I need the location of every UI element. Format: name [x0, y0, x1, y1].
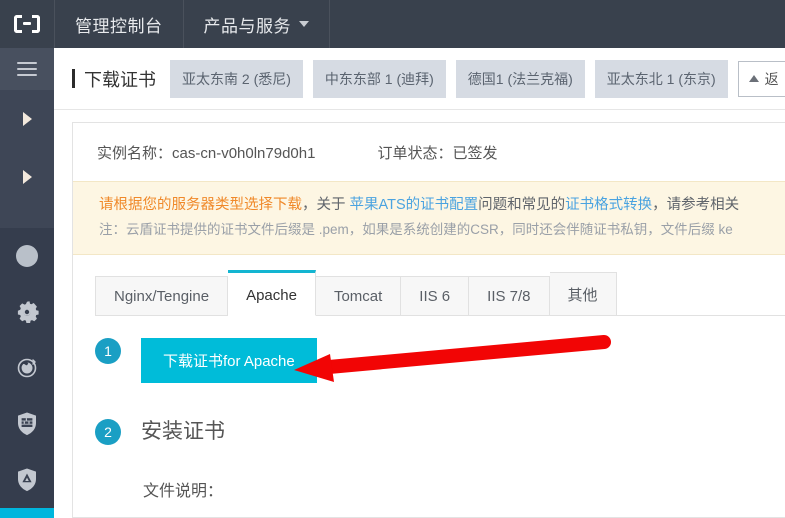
globe-refresh-icon — [17, 358, 37, 378]
brand-logo[interactable] — [0, 0, 55, 48]
triangle-right-icon — [22, 170, 32, 184]
title-marker — [72, 69, 75, 88]
shield-wall-icon — [18, 412, 36, 436]
back-button[interactable]: 返 — [737, 60, 785, 97]
sidebar-menu-toggle[interactable] — [0, 48, 54, 90]
order-status-field: 订单状态：已签发 — [377, 142, 497, 163]
sidebar-item-certificates[interactable] — [0, 508, 54, 518]
left-sidebar — [0, 48, 54, 518]
sidebar-item-antiddos[interactable] — [0, 452, 54, 508]
sidebar-service-icons — [0, 228, 54, 518]
sidebar-item-monitor[interactable] — [0, 340, 54, 396]
region-chip-tokyo[interactable]: 亚太东北 1 (东京) — [594, 59, 728, 98]
sub-header: 下载证书 亚太东南 2 (悉尼) 中东东部 1 (迪拜) 德国1 (法兰克福) … — [54, 48, 785, 110]
nav-item-console-label: 管理控制台 — [75, 16, 163, 36]
back-button-label: 返 — [764, 70, 779, 87]
chevron-down-icon — [299, 21, 309, 27]
step-1: 1 下载证书for Apache — [95, 338, 785, 383]
sidebar-expand-1[interactable] — [0, 90, 54, 148]
instance-meta-row: 实例名称：cas-cn-v0h0ln79d0h1 订单状态：已签发 — [73, 123, 785, 181]
step-2: 2 安装证书 — [95, 419, 785, 445]
upload-arrow-icon — [748, 75, 759, 82]
page-title: 下载证书 — [72, 66, 156, 92]
notice-banner: 请根据您的服务器类型选择下载，关于 苹果ATS的证书配置问题和常见的证书格式转换… — [73, 181, 785, 255]
tab-nginx-tengine-label: Nginx/Tengine — [114, 288, 210, 305]
instance-name-label: 实例名称： — [97, 144, 173, 162]
notice-link-ats[interactable]: 苹果ATS的证书配置 — [350, 197, 479, 213]
notice-primary-line: 请根据您的服务器类型选择下载，关于 苹果ATS的证书配置问题和常见的证书格式转换… — [99, 194, 785, 216]
sidebar-item-settings[interactable] — [0, 284, 54, 340]
tab-tomcat-label: Tomcat — [333, 288, 383, 305]
page-title-label: 下载证书 — [84, 69, 156, 90]
sidebar-expand-2[interactable] — [0, 148, 54, 206]
tab-iis6-label: IIS 6 — [419, 288, 451, 305]
order-status-label: 订单状态： — [377, 144, 453, 162]
brand-logo-icon — [14, 15, 40, 33]
avatar-icon — [16, 245, 38, 267]
tab-other[interactable]: 其他 — [549, 272, 617, 316]
notice-text-d: ，请参考相关 — [652, 197, 740, 213]
step-2-bullet: 2 — [95, 419, 121, 445]
instance-name-field: 实例名称：cas-cn-v0h0ln79d0h1 — [97, 142, 315, 163]
file-description-heading: 文件说明： — [143, 483, 224, 500]
tab-apache-label: Apache — [246, 287, 297, 304]
tab-iis6[interactable]: IIS 6 — [401, 276, 470, 316]
notice-secondary-line: 注：云盾证书提供的证书文件后缀是 .pem，如果是系统创建的CSR，同时还会伴随… — [99, 222, 733, 237]
server-type-tabs: Nginx/Tengine Apache Tomcat IIS 6 IIS 7/… — [73, 269, 785, 316]
region-chip-sydney[interactable]: 亚太东南 2 (悉尼) — [170, 59, 303, 98]
triangle-right-icon — [22, 112, 32, 126]
notice-text-c: 问题和常见的 — [478, 197, 566, 213]
tab-iis78-label: IIS 7/8 — [487, 288, 531, 305]
tab-nginx-tengine[interactable]: Nginx/Tengine — [95, 276, 229, 316]
download-certificate-button[interactable]: 下载证书for Apache — [141, 338, 317, 383]
region-chip-dubai[interactable]: 中东东部 1 (迪拜) — [312, 59, 446, 98]
certificate-download-card: 实例名称：cas-cn-v0h0ln79d0h1 订单状态：已签发 请根据您的服… — [72, 122, 785, 518]
nav-item-products-label: 产品与服务 — [203, 16, 291, 36]
step-1-bullet: 1 — [95, 338, 121, 364]
steps-section: 1 下载证书for Apache 2 安装证书 文件说明： — [73, 316, 785, 501]
region-chip-frankfurt[interactable]: 德国1 (法兰克福) — [455, 59, 585, 98]
gear-icon — [17, 301, 39, 323]
tab-tomcat[interactable]: Tomcat — [315, 276, 402, 316]
top-navigation-bar: 管理控制台 产品与服务 — [0, 0, 785, 48]
tab-other-label: 其他 — [567, 287, 598, 304]
sidebar-item-firewall[interactable] — [0, 396, 54, 452]
nav-item-products[interactable]: 产品与服务 — [184, 0, 330, 48]
instance-name-value: cas-cn-v0h0ln79d0h1 — [172, 144, 316, 162]
region-chip-sydney-label: 亚太东南 2 (悉尼) — [182, 70, 291, 87]
sidebar-item-account[interactable] — [0, 228, 54, 284]
tab-apache[interactable]: Apache — [228, 270, 316, 316]
step-2-title: 安装证书 — [141, 420, 225, 443]
notice-text-a: 请根据您的服务器类型选择下载 — [99, 197, 302, 213]
tab-iis78[interactable]: IIS 7/8 — [469, 276, 550, 316]
notice-link-format[interactable]: 证书格式转换 — [565, 197, 652, 213]
region-chip-dubai-label: 中东东部 1 (迪拜) — [324, 70, 434, 87]
region-chip-frankfurt-label: 德国1 (法兰克福) — [467, 70, 573, 87]
order-status-value: 已签发 — [452, 144, 498, 162]
region-chip-tokyo-label: 亚太东北 1 (东京) — [606, 70, 716, 87]
nav-item-console[interactable]: 管理控制台 — [55, 0, 184, 48]
shield-anti-icon — [18, 468, 36, 492]
hamburger-icon — [17, 62, 37, 76]
console-page: 管理控制台 产品与服务 下载证书 亚太东南 2 (悉尼) 中东东部 1 (迪拜)… — [0, 0, 785, 518]
notice-text-b: ，关于 — [302, 197, 350, 213]
